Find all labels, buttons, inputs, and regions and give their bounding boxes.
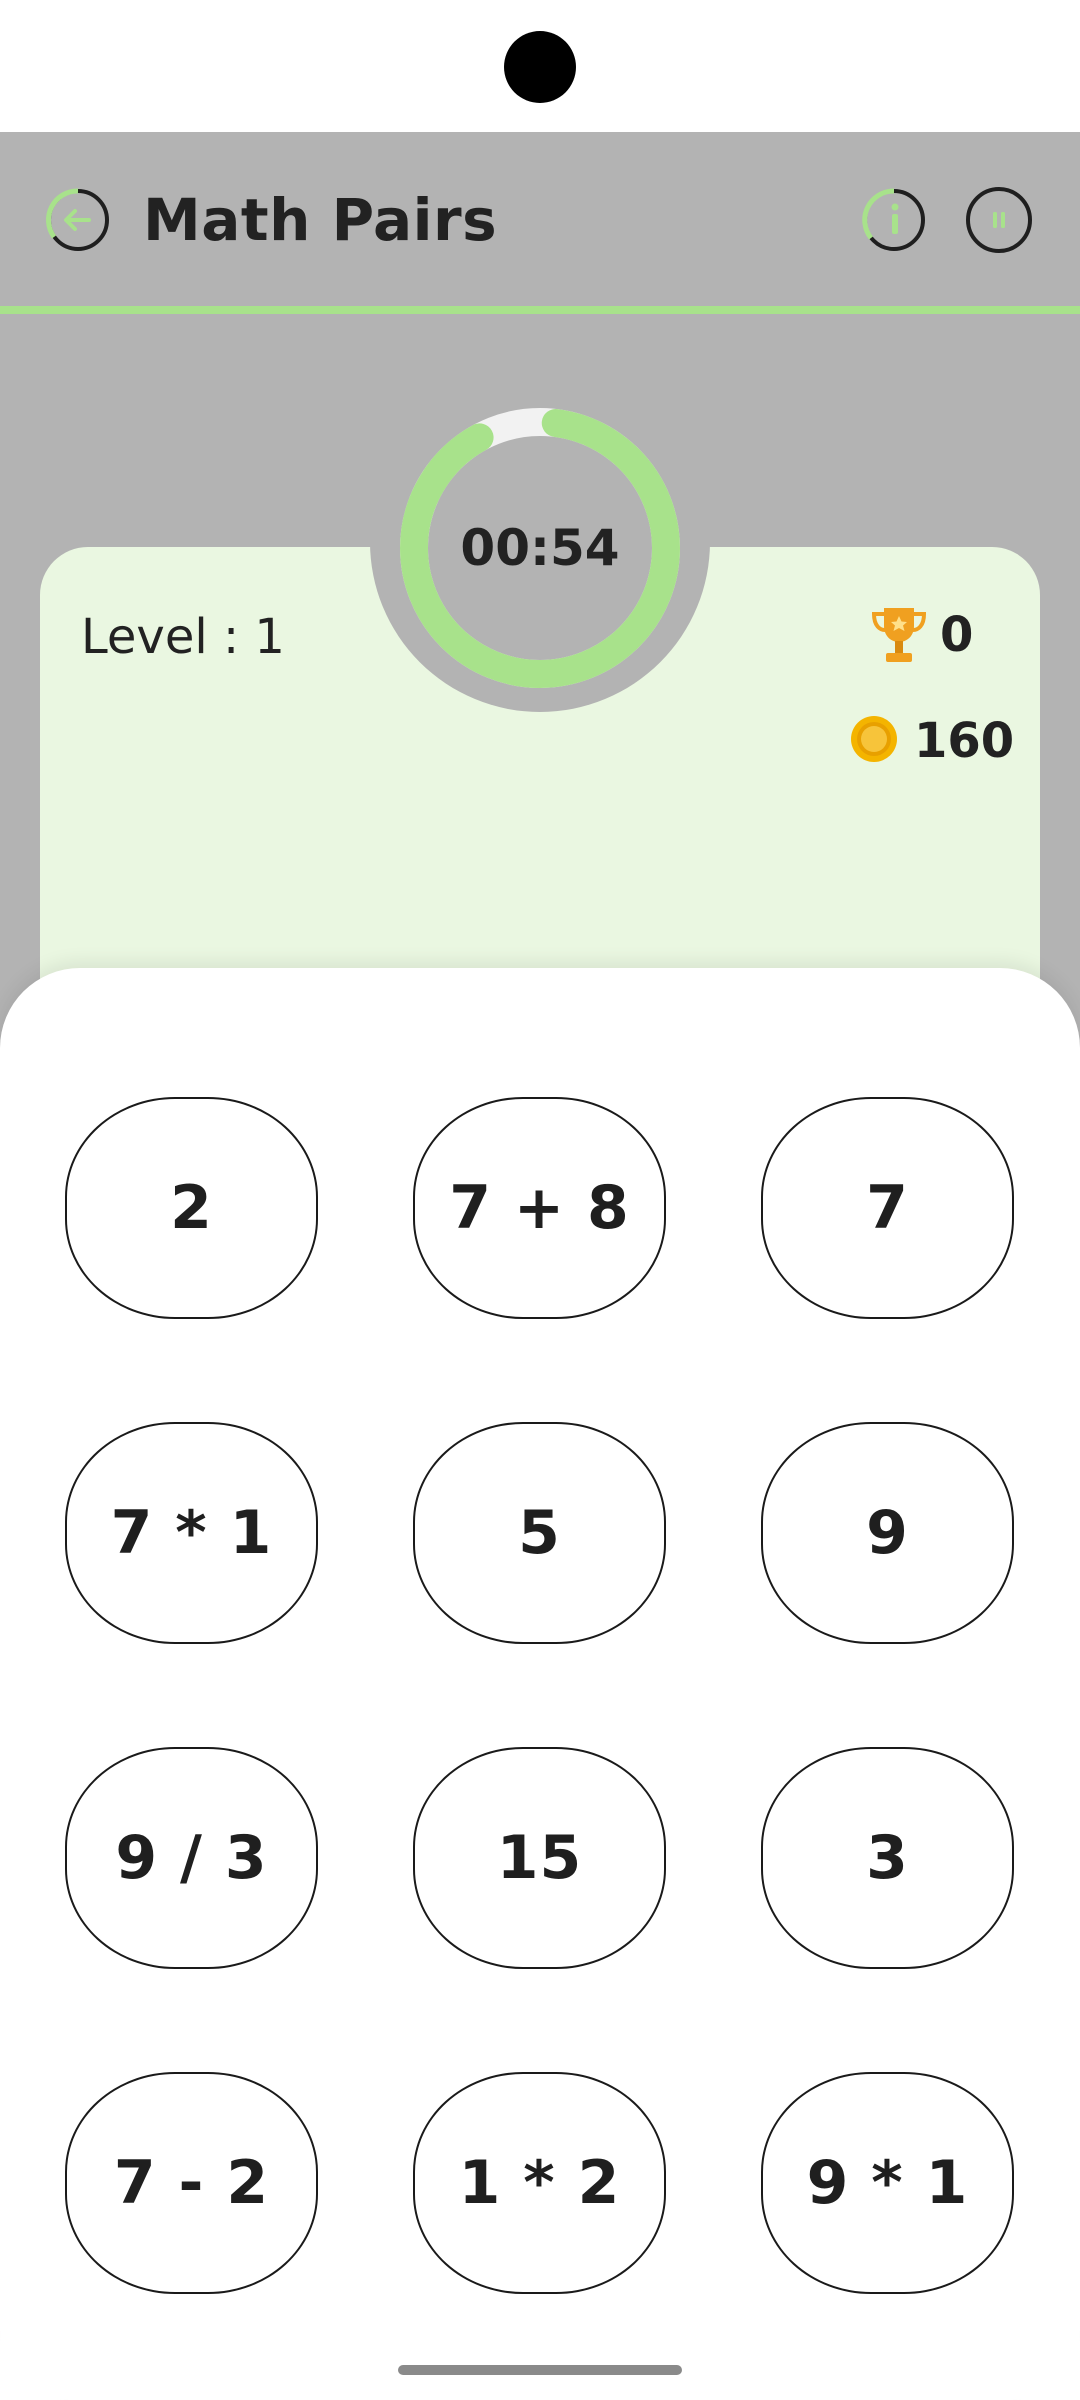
coin-icon [851,716,897,762]
pause-button[interactable] [966,187,1032,253]
tile-10[interactable]: 7 - 2 [65,2072,318,2294]
tile-11[interactable]: 1 * 2 [413,2072,666,2294]
coin-count: 160 [914,713,1015,769]
tile-12[interactable]: 9 * 1 [761,2072,1014,2294]
header-divider [0,306,1080,314]
tile-grid: 2 7 + 8 7 7 * 1 5 9 9 / 3 15 3 7 - 2 1 *… [65,1097,1015,2297]
tile-8[interactable]: 15 [413,1747,666,1969]
info-button[interactable] [861,187,927,253]
tile-5[interactable]: 5 [413,1422,666,1644]
tile-7[interactable]: 9 / 3 [65,1747,318,1969]
trophy-count: 0 [940,607,974,663]
status-bar [0,0,1080,132]
trophy-icon [871,608,927,662]
tile-9[interactable]: 3 [761,1747,1014,1969]
tile-3[interactable]: 7 [761,1097,1014,1319]
level-label: Level : 1 [81,609,285,665]
info-icon [862,188,925,251]
back-arrow-icon [46,188,109,251]
pause-icon [993,212,1005,228]
tile-4[interactable]: 7 * 1 [65,1422,318,1644]
timer-text: 00:54 [460,519,620,577]
home-indicator[interactable] [398,2365,682,2375]
countdown-timer: 00:54 [398,406,682,690]
tile-6[interactable]: 9 [761,1422,1014,1644]
page-title: Math Pairs [143,186,498,254]
back-button[interactable] [45,187,111,253]
app-screen: Math Pairs 00:54 Level : 1 0 160 2 7 + 8… [0,0,1080,2400]
tile-2[interactable]: 7 + 8 [413,1097,666,1319]
tile-1[interactable]: 2 [65,1097,318,1319]
camera-cutout [504,31,576,103]
